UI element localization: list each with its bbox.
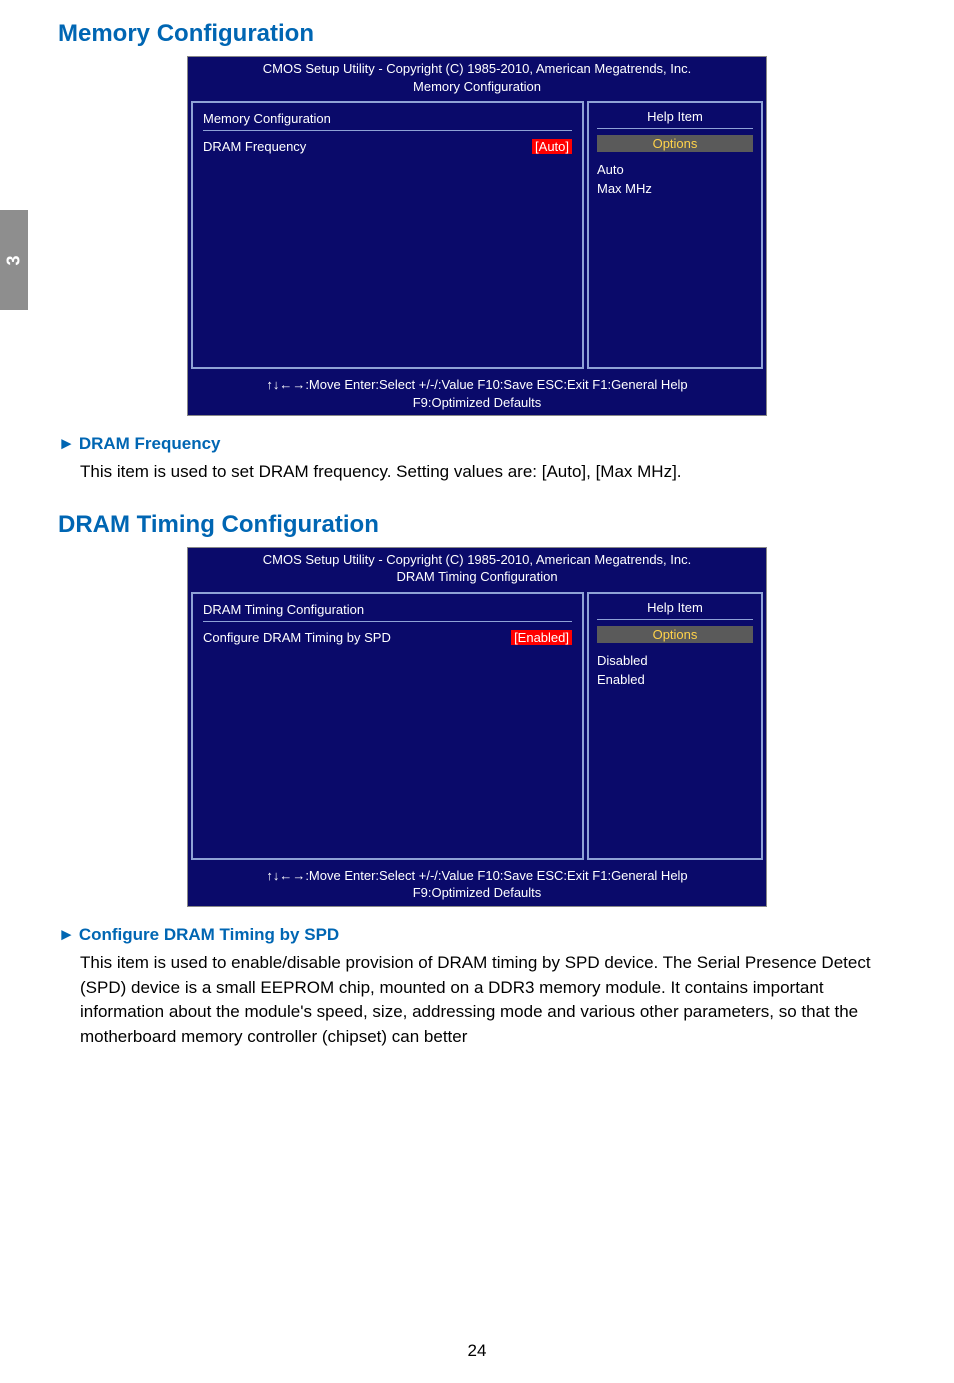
item-block-dram-frequency: ►DRAM Frequency This item is used to set… (58, 434, 896, 485)
bios-window-2: CMOS Setup Utility - Copyright (C) 1985-… (58, 547, 896, 907)
item-desc-dram-frequency: This item is used to set DRAM frequency.… (80, 460, 896, 485)
section2-heading: DRAM Timing Configuration (58, 511, 896, 539)
bios-row-value-2[interactable]: [Enabled] (511, 630, 572, 645)
bios-left-title-2: DRAM Timing Configuration (203, 600, 572, 622)
bios-footer-line1-2: ↑↓←→:Move Enter:Select +/-/:Value F10:Sa… (194, 867, 760, 885)
item-heading-text: DRAM Frequency (79, 434, 221, 453)
bios-header-line1-2: CMOS Setup Utility - Copyright (C) 1985-… (192, 551, 762, 569)
bios-header-line2: Memory Configuration (192, 78, 762, 96)
bios-header-line2-2: DRAM Timing Configuration (192, 568, 762, 586)
bios-header-2: CMOS Setup Utility - Copyright (C) 1985-… (188, 548, 766, 589)
bios-row-label-2: Configure DRAM Timing by SPD (203, 630, 511, 645)
item-block-spd: ►Configure DRAM Timing by SPD This item … (58, 925, 896, 1050)
chapter-number: 3 (3, 255, 24, 265)
bios-setting-row-2[interactable]: Configure DRAM Timing by SPD [Enabled] (203, 630, 572, 645)
bios-window-1: CMOS Setup Utility - Copyright (C) 1985-… (58, 56, 896, 416)
bios-left-title: Memory Configuration (203, 109, 572, 131)
bios-option-disabled: Disabled (597, 649, 753, 668)
bios-header-line1: CMOS Setup Utility - Copyright (C) 1985-… (192, 60, 762, 78)
bios-footer-line1: ↑↓←→:Move Enter:Select +/-/:Value F10:Sa… (194, 376, 760, 394)
bios-help-title-2: Help Item (597, 600, 753, 620)
bios-left-panel: Memory Configuration DRAM Frequency [Aut… (191, 101, 584, 369)
triangle-icon-2: ► (58, 925, 75, 944)
bios-option-auto: Auto (597, 158, 753, 177)
item-heading-spd: ►Configure DRAM Timing by SPD (58, 925, 896, 945)
bios-option-max: Max MHz (597, 177, 753, 196)
bios-row-label: DRAM Frequency (203, 139, 532, 154)
bios-option-enabled: Enabled (597, 668, 753, 687)
bios-footer-2: ↑↓←→:Move Enter:Select +/-/:Value F10:Sa… (188, 863, 766, 906)
item-heading-text-2: Configure DRAM Timing by SPD (79, 925, 339, 944)
bios-row-value[interactable]: [Auto] (532, 139, 572, 154)
page-number: 24 (0, 1341, 954, 1361)
bios-left-panel-2: DRAM Timing Configuration Configure DRAM… (191, 592, 584, 860)
triangle-icon: ► (58, 434, 75, 453)
item-desc-spd: This item is used to enable/disable prov… (80, 951, 896, 1050)
bios-footer-line2: F9:Optimized Defaults (194, 394, 760, 412)
bios-footer-line2-2: F9:Optimized Defaults (194, 884, 760, 902)
bios-help-title: Help Item (597, 109, 753, 129)
bios-header: CMOS Setup Utility - Copyright (C) 1985-… (188, 57, 766, 98)
section1-heading: Memory Configuration (58, 20, 896, 48)
bios-setting-row[interactable]: DRAM Frequency [Auto] (203, 139, 572, 154)
bios-help-panel-2: Help Item Options Disabled Enabled (587, 592, 763, 860)
bios-options-label-2: Options (597, 626, 753, 643)
bios-help-panel: Help Item Options Auto Max MHz (587, 101, 763, 369)
bios-footer: ↑↓←→:Move Enter:Select +/-/:Value F10:Sa… (188, 372, 766, 415)
item-heading-dram-frequency: ►DRAM Frequency (58, 434, 896, 454)
chapter-tab: 3 (0, 210, 28, 310)
bios-options-label: Options (597, 135, 753, 152)
